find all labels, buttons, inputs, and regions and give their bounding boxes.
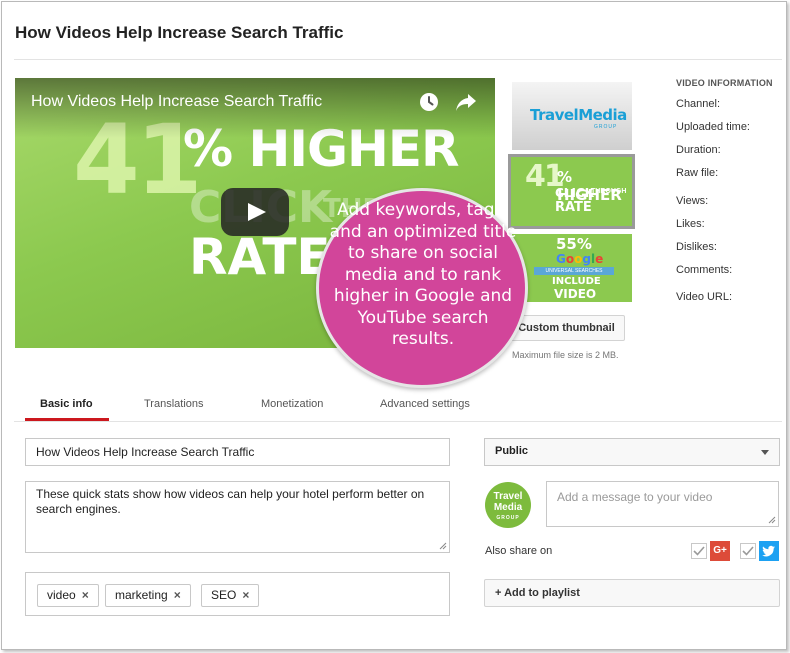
- also-share-label: Also share on: [485, 545, 553, 557]
- info-label-views: Views:: [676, 195, 709, 207]
- thumb3-include: INCLUDE: [552, 276, 601, 287]
- header-divider: [14, 59, 782, 60]
- video-title-input[interactable]: How Videos Help Increase Search Traffic: [25, 438, 450, 466]
- thumb3-video: VIDEO: [554, 287, 597, 301]
- info-label-duration: Duration:: [676, 144, 721, 156]
- remove-tag-icon[interactable]: ×: [174, 588, 181, 602]
- resize-grip-icon[interactable]: [768, 516, 776, 524]
- description-textarea[interactable]: These quick stats show how videos can he…: [25, 481, 450, 553]
- video-info-heading: VIDEO INFORMATION: [676, 78, 773, 88]
- tab-advanced-settings[interactable]: Advanced settings: [380, 398, 470, 410]
- resize-grip-icon[interactable]: [439, 542, 447, 550]
- info-label-comments: Comments:: [676, 264, 733, 276]
- info-label-video-url: Video URL:: [676, 291, 733, 303]
- google-plus-icon: G+: [710, 541, 730, 561]
- google-letter: o: [565, 252, 575, 266]
- privacy-value: Public: [495, 445, 529, 457]
- gplus-checkbox[interactable]: [691, 543, 707, 559]
- play-icon[interactable]: [221, 188, 289, 236]
- tag-chip[interactable]: video ×: [37, 584, 99, 607]
- thumbnail-option-2[interactable]: 41 % HIGHER CLICK THROUGH RATE: [511, 157, 632, 226]
- info-label-likes: Likes:: [676, 218, 705, 230]
- remove-tag-icon[interactable]: ×: [82, 588, 89, 602]
- thumb3-band: UNIVERSAL SEARCHES: [534, 267, 614, 275]
- avatar-line1: Travel: [493, 491, 523, 502]
- tabs-divider: [14, 421, 782, 422]
- page-title: How Videos Help Increase Search Traffic: [15, 23, 344, 42]
- tag-label: marketing: [115, 588, 168, 602]
- google-letter: G: [556, 252, 566, 266]
- clock-icon[interactable]: [419, 92, 439, 112]
- thumb2-click: CLICK: [555, 186, 595, 200]
- thumb1-brand: TravelMedia: [530, 106, 627, 124]
- thumb2-rate: RATE: [555, 200, 592, 215]
- thumb3-stat: 55%: [556, 235, 592, 253]
- tag-label: SEO: [211, 588, 237, 602]
- share-icon[interactable]: [455, 92, 477, 112]
- frame-line-rate: RATE: [189, 228, 331, 286]
- remove-tag-icon[interactable]: ×: [242, 588, 249, 602]
- tab-monetization[interactable]: Monetization: [261, 398, 323, 410]
- tab-translations[interactable]: Translations: [144, 398, 204, 410]
- tab-basic-info[interactable]: Basic info: [40, 398, 93, 410]
- thumb2-through: THROUGH: [591, 188, 627, 195]
- twitter-checkbox[interactable]: [740, 543, 756, 559]
- info-label-uploaded: Uploaded time:: [676, 121, 750, 133]
- privacy-select[interactable]: Public: [484, 438, 780, 466]
- avatar-line2: Media: [493, 502, 523, 513]
- custom-thumbnail-button[interactable]: Custom thumbnail: [508, 315, 625, 341]
- info-label-channel: Channel:: [676, 98, 721, 110]
- message-placeholder: Add a message to your video: [557, 490, 713, 504]
- google-letter: e: [595, 252, 604, 266]
- add-to-playlist-button[interactable]: + Add to playlist: [484, 579, 780, 607]
- thumb3-google-logo: Google: [556, 252, 603, 266]
- info-label-raw-file: Raw file:: [676, 167, 719, 179]
- player-title: How Videos Help Increase Search Traffic: [31, 93, 323, 110]
- description-text: These quick stats show how videos can he…: [36, 487, 425, 516]
- active-tab-indicator: [25, 418, 109, 421]
- chevron-down-icon: [761, 450, 769, 455]
- share-message-input[interactable]: Add a message to your video: [546, 481, 779, 527]
- google-letter: g: [582, 252, 591, 266]
- thumb1-group: GROUP: [594, 124, 618, 130]
- tags-input[interactable]: video × marketing × SEO ×: [25, 572, 450, 616]
- avatar: Travel Media GROUP: [485, 482, 531, 528]
- tag-label: video: [47, 588, 76, 602]
- thumbnail-option-1[interactable]: TravelMedia GROUP: [512, 82, 632, 150]
- avatar-line3: GROUP: [496, 515, 520, 521]
- twitter-icon: [759, 541, 779, 561]
- callout-text: Add keywords, tags, and an optimized tit…: [329, 200, 517, 349]
- thumbnail-option-3[interactable]: 55% Google UNIVERSAL SEARCHES INCLUDE VI…: [512, 234, 632, 302]
- tag-chip[interactable]: marketing ×: [105, 584, 191, 607]
- max-file-size-note: Maximum file size is 2 MB.: [512, 350, 619, 360]
- tag-chip[interactable]: SEO ×: [201, 584, 260, 607]
- info-label-dislikes: Dislikes:: [676, 241, 717, 253]
